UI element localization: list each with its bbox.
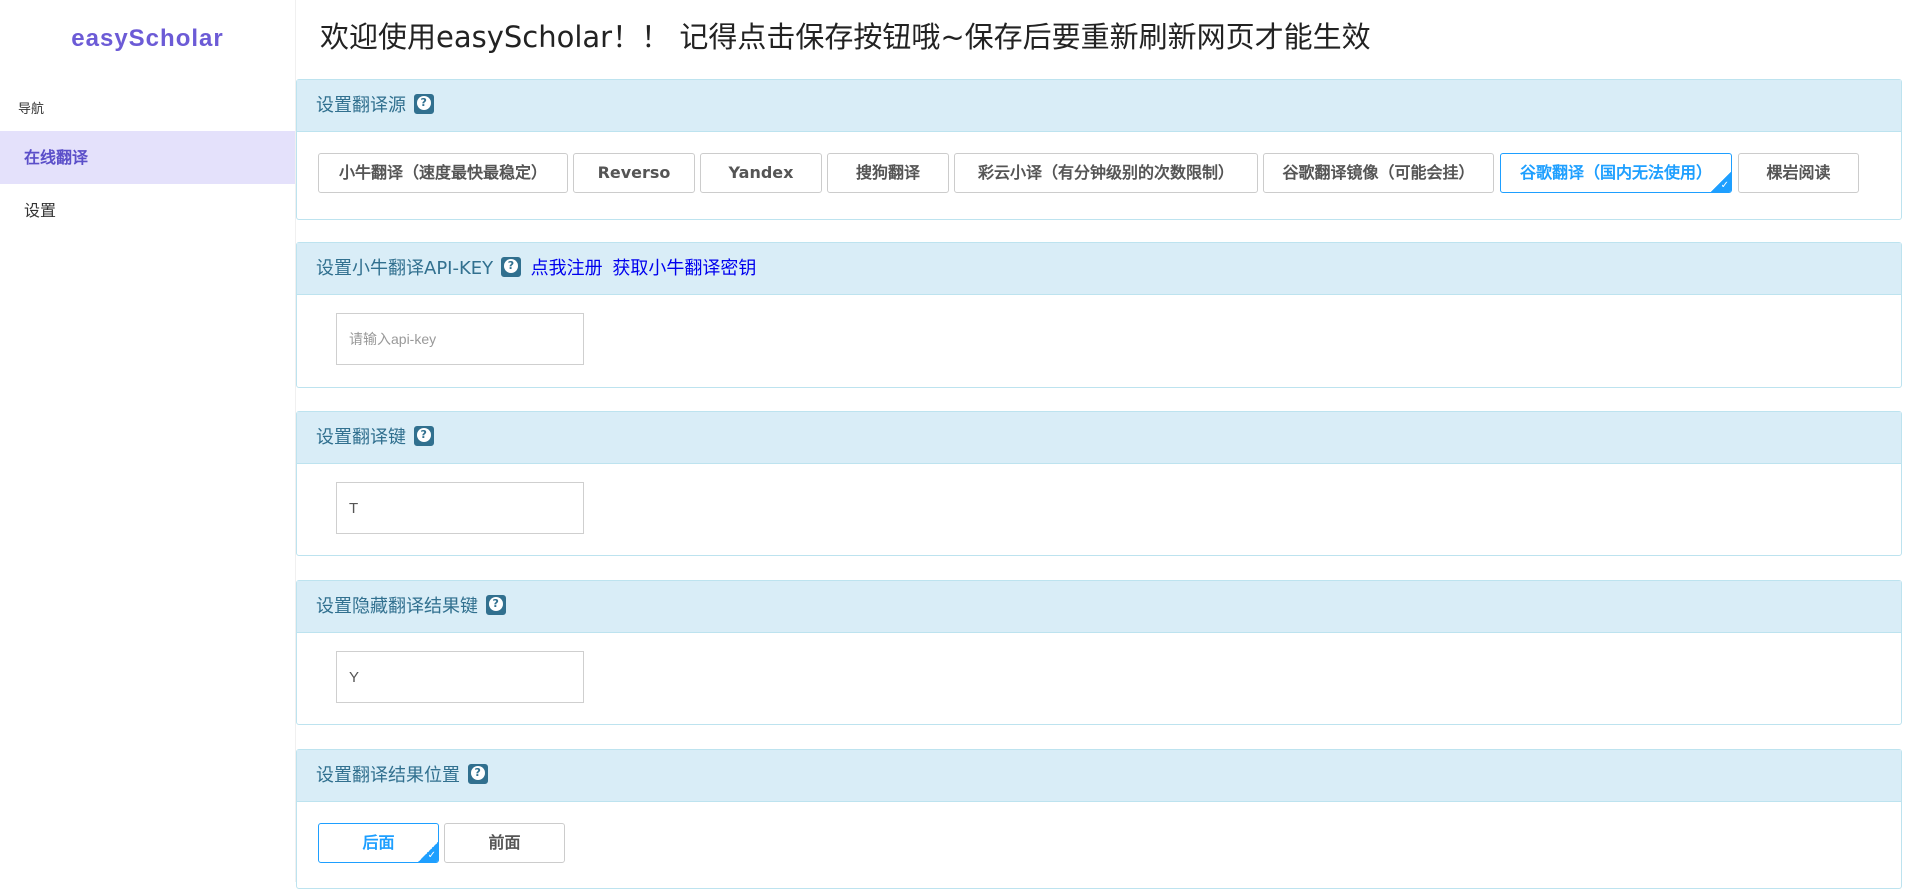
help-icon[interactable]	[485, 595, 506, 615]
option-label: 谷歌翻译镜像（可能会挂）	[1282, 163, 1475, 182]
position-option-after[interactable]: 后面 ✓	[318, 823, 439, 863]
source-option-keyan[interactable]: 棵岩阅读	[1738, 153, 1859, 193]
sidebar-item-settings[interactable]: 设置	[0, 184, 295, 237]
source-option-google[interactable]: 谷歌翻译（国内无法使用） ✓	[1500, 153, 1732, 193]
panel-title: 设置翻译键	[316, 427, 406, 448]
panel-heading: 设置翻译源	[297, 80, 1901, 132]
position-option-before[interactable]: 前面	[444, 823, 565, 863]
hide-key-input[interactable]	[336, 651, 584, 703]
panel-api-key: 设置小牛翻译API-KEY 点我注册 获取小牛翻译密钥	[296, 242, 1902, 388]
option-label: 棵岩阅读	[1766, 163, 1831, 182]
help-icon[interactable]	[467, 764, 488, 784]
option-label: 谷歌翻译（国内无法使用）	[1519, 163, 1712, 182]
sidebar: easyScholar 导航 在线翻译 设置	[0, 0, 296, 882]
brand-logo: easyScholar	[71, 25, 224, 52]
option-label: 后面	[362, 833, 395, 852]
panel-title: 设置翻译结果位置	[316, 765, 460, 786]
nav-title: 导航	[18, 102, 45, 117]
get-key-link[interactable]: 获取小牛翻译密钥	[612, 258, 756, 279]
panel-body: 后面 ✓ 前面	[297, 802, 1901, 882]
selected-check-icon: ✓	[1710, 171, 1731, 192]
help-icon[interactable]	[500, 257, 521, 277]
selected-check-icon: ✓	[417, 841, 438, 862]
register-link[interactable]: 点我注册	[531, 258, 603, 279]
source-option-google-mirror[interactable]: 谷歌翻译镜像（可能会挂）	[1263, 153, 1494, 193]
panel-heading: 设置隐藏翻译结果键	[297, 581, 1901, 633]
api-key-input[interactable]	[336, 313, 584, 365]
nav-list: 在线翻译 设置	[0, 131, 295, 237]
source-option-sogou[interactable]: 搜狗翻译	[827, 153, 949, 193]
panel-heading: 设置小牛翻译API-KEY 点我注册 获取小牛翻译密钥	[297, 243, 1901, 295]
source-option-reverso[interactable]: Reverso	[573, 153, 695, 193]
panel-heading: 设置翻译结果位置	[297, 750, 1901, 802]
panel-title: 设置翻译源	[316, 95, 406, 116]
panel-translation-source: 设置翻译源 小牛翻译（速度最快最稳定） Reverso Yandex 搜狗翻译 …	[296, 79, 1902, 220]
source-option-yandex[interactable]: Yandex	[700, 153, 822, 193]
help-icon[interactable]	[413, 426, 434, 446]
panel-translate-key: 设置翻译键	[296, 411, 1902, 556]
translate-key-input[interactable]	[336, 482, 584, 534]
option-label: 搜狗翻译	[855, 163, 920, 182]
source-option-niutrans[interactable]: 小牛翻译（速度最快最稳定）	[318, 153, 568, 193]
source-option-caiyun[interactable]: 彩云小译（有分钟级别的次数限制）	[954, 153, 1258, 193]
panel-body: 小牛翻译（速度最快最稳定） Reverso Yandex 搜狗翻译 彩云小译（有…	[297, 132, 1901, 220]
panel-hide-key: 设置隐藏翻译结果键	[296, 580, 1902, 725]
panel-title: 设置小牛翻译API-KEY	[316, 258, 494, 279]
option-label: Reverso	[597, 163, 671, 182]
help-icon[interactable]	[413, 94, 434, 114]
option-label: 小牛翻译（速度最快最稳定）	[338, 163, 547, 182]
option-label: 彩云小译（有分钟级别的次数限制）	[977, 163, 1234, 182]
sidebar-item-online-translate[interactable]: 在线翻译	[0, 131, 295, 184]
panel-heading: 设置翻译键	[297, 412, 1901, 464]
option-label: 前面	[488, 833, 521, 852]
main-content: 欢迎使用easyScholar！！ 记得点击保存按钮哦~保存后要重新刷新网页才能…	[296, 0, 1913, 889]
panel-title: 设置隐藏翻译结果键	[316, 596, 478, 617]
option-label: Yandex	[728, 163, 794, 182]
page-title: 欢迎使用easyScholar！！ 记得点击保存按钮哦~保存后要重新刷新网页才能…	[320, 20, 1371, 54]
panel-result-position: 设置翻译结果位置 后面 ✓ 前面	[296, 749, 1902, 889]
